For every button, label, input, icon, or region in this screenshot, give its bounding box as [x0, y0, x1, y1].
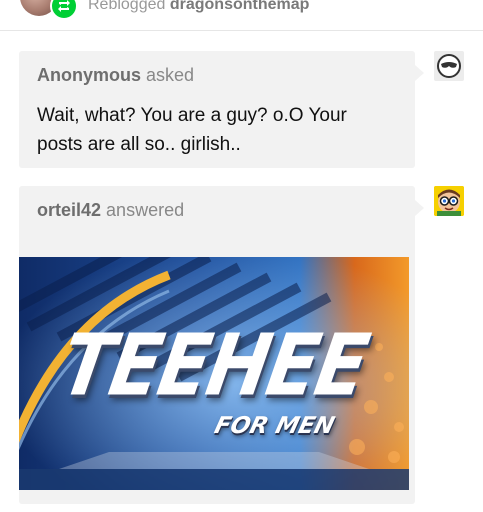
answered-label: answered [106, 200, 185, 220]
answerer-line: orteil42 answered [37, 200, 184, 221]
asker-name: Anonymous [37, 65, 142, 85]
reblog-label: Reblogged dragonsonthemap [88, 0, 309, 14]
asked-label: asked [146, 65, 195, 85]
answerer-name[interactable]: orteil42 [37, 200, 101, 220]
reaction-image[interactable]: TEEHEE FOR MEN [19, 257, 409, 490]
reaction-image-subtitle: FOR MEN [211, 413, 338, 439]
reblog-icon [50, 0, 78, 20]
question-text: Wait, what? You are a guy? o.O Your post… [37, 105, 347, 155]
orteil42-avatar[interactable] [434, 186, 464, 216]
answer-bubble: orteil42 answered TEEHEE FOR MEN [19, 186, 424, 504]
reblog-header: Reblogged dragonsonthemap [0, 0, 483, 31]
asker-line: Anonymous asked [37, 65, 194, 86]
anonymous-avatar-icon [434, 51, 464, 81]
reblogged-blog-link[interactable]: dragonsonthemap [170, 0, 310, 13]
reblog-prefix: Reblogged [88, 0, 166, 13]
ask-bubble: Anonymous asked Wait, what? You are a gu… [19, 51, 424, 168]
reaction-image-title: TEEHEE [53, 316, 375, 416]
